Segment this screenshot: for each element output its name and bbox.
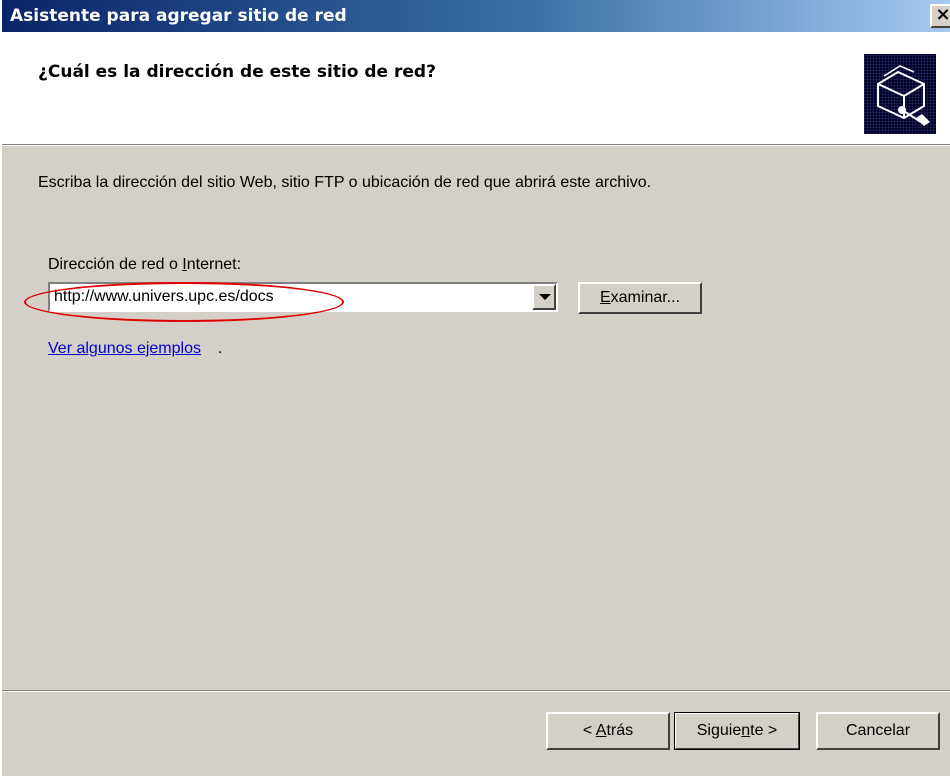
window-title: Asistente para agregar sitio de red <box>10 6 347 26</box>
instruction-text: Escriba la dirección del sitio Web, siti… <box>38 174 652 191</box>
back-button[interactable]: < Atrás <box>546 712 670 750</box>
wizard-header: ¿Cuál es la dirección de este sitio de r… <box>2 32 950 145</box>
address-label: Dirección de red o Internet: <box>48 256 242 273</box>
wizard-window: Asistente para agregar sitio de red × ¿C… <box>0 0 950 776</box>
next-button[interactable]: Siguiente > <box>674 712 800 750</box>
close-button[interactable]: × <box>930 4 950 28</box>
page-title: ¿Cuál es la dirección de este sitio de r… <box>38 62 436 82</box>
close-icon: × <box>935 4 950 25</box>
browse-button[interactable]: Examinar... <box>578 282 702 314</box>
address-input[interactable] <box>54 287 524 307</box>
chevron-down-icon <box>539 294 551 300</box>
cancel-button[interactable]: Cancelar <box>816 712 940 750</box>
examples-link[interactable]: Ver algunos ejemplos <box>48 340 201 358</box>
examples-period: . <box>218 340 223 357</box>
dropdown-button[interactable] <box>532 284 556 310</box>
footer-divider <box>2 690 950 692</box>
title-bar[interactable]: Asistente para agregar sitio de red × <box>2 0 950 32</box>
network-folder-icon <box>864 54 936 134</box>
wizard-content: Escriba la dirección del sitio Web, siti… <box>2 146 950 686</box>
address-combobox[interactable] <box>48 282 558 312</box>
